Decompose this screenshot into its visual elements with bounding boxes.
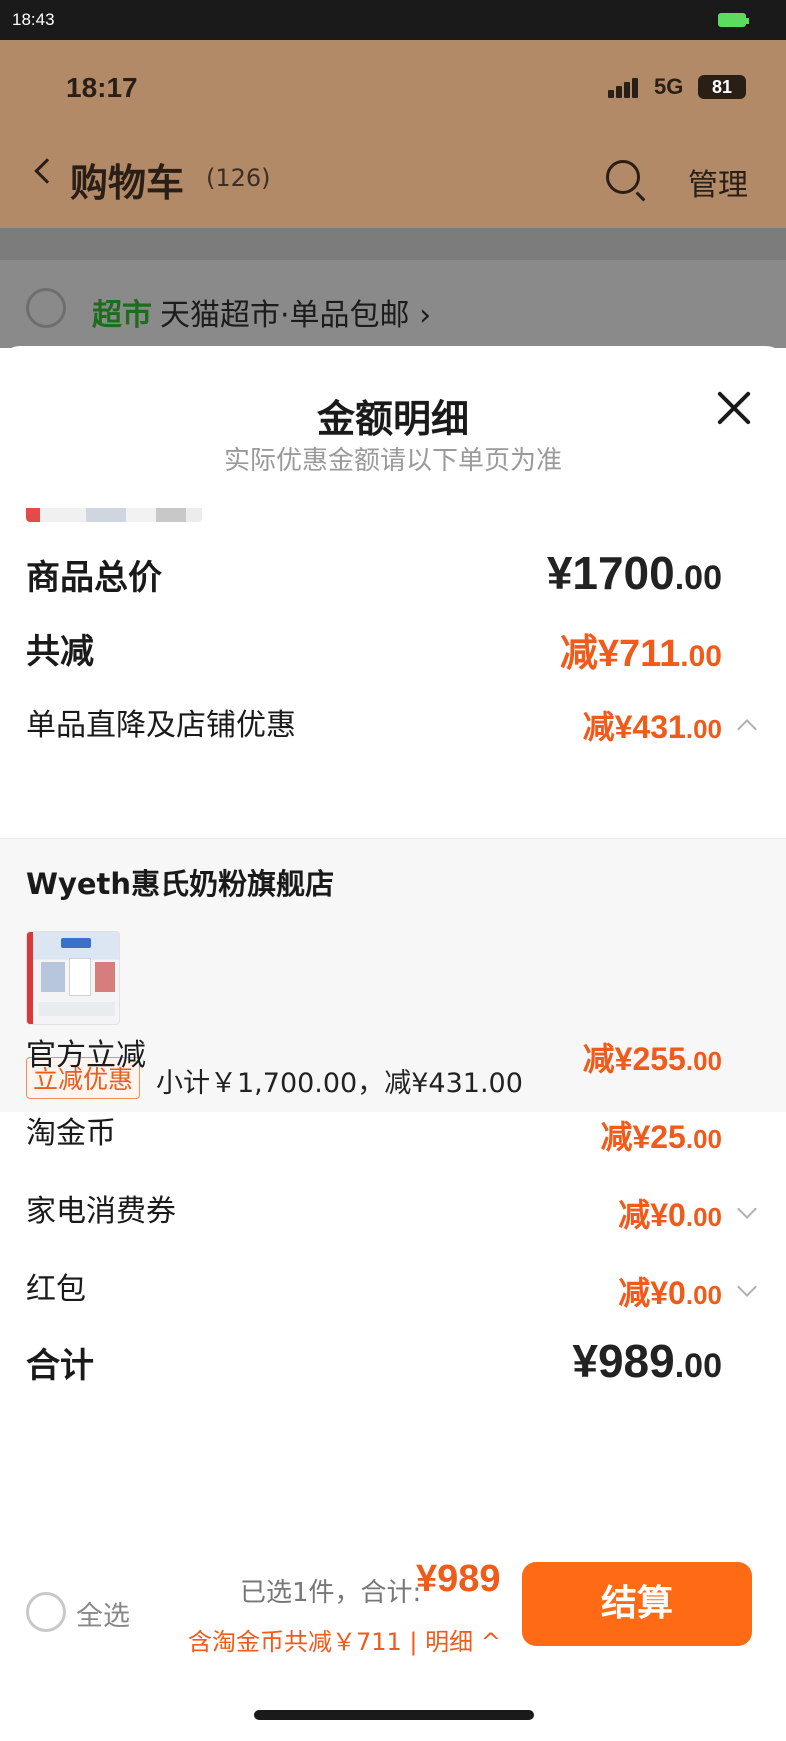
- shop-subtotal: 小计￥1,700.00，减¥431.00: [156, 1068, 523, 1099]
- checkout-bar: 全选 已选1件，合计: ¥989 含淘金币共减￥711 | 明细 ^ 结算: [0, 1530, 786, 1741]
- chevron-down-icon[interactable]: [737, 1277, 757, 1297]
- store-row: 超市 天猫超市·单品包邮 ›: [0, 228, 786, 348]
- total-reduction-label: 共减: [26, 632, 94, 672]
- official-reduction-label: 官方立减: [26, 1038, 146, 1073]
- red-packet-label[interactable]: 红包: [26, 1264, 86, 1308]
- supermarket-tag: 超市: [92, 298, 152, 333]
- screen: 18:43 18:17 5G 81 购物车 (126) 管理 超市 天猫超市·单…: [0, 0, 786, 1741]
- store-select-radio[interactable]: [26, 288, 66, 328]
- official-reduction-amount: 减¥255.00: [582, 1041, 722, 1077]
- discount-detail-link[interactable]: 含淘金币共减￥711 | 明细 ^: [188, 1622, 501, 1657]
- grand-total-label: 合计: [26, 1346, 94, 1386]
- total-reduction-amount: 减¥711.00: [559, 633, 722, 675]
- sheet-subtitle: 实际优惠金额请以下单页为准: [223, 446, 562, 476]
- direct-discount-label[interactable]: 单品直降及店铺优惠: [26, 700, 296, 744]
- goods-total-label: 商品总价: [26, 558, 162, 598]
- taojinbi-amount: 减¥25.00: [600, 1119, 722, 1155]
- red-packet-amount[interactable]: 减¥0.00: [618, 1268, 722, 1314]
- shop-name: Wyeth惠氏奶粉旗舰店: [26, 867, 335, 901]
- system-status-bar: 18:43: [0, 0, 786, 40]
- taojinbi-label: 淘金币: [26, 1116, 116, 1151]
- product-thumbnail-strip: [26, 508, 202, 522]
- goods-total-amount: ¥1700.00: [546, 547, 722, 599]
- appliance-coupon-label[interactable]: 家电消费券: [26, 1186, 176, 1230]
- ios-time: 18:17: [66, 72, 138, 103]
- selected-total: ¥989: [416, 1558, 501, 1600]
- home-indicator[interactable]: [254, 1710, 534, 1720]
- chevron-down-icon[interactable]: [737, 1199, 757, 1219]
- chevron-up-icon[interactable]: [737, 719, 757, 739]
- cart-count: (126): [206, 164, 271, 192]
- manage-button[interactable]: 管理: [688, 160, 748, 204]
- store-name[interactable]: 天猫超市·单品包邮 ›: [160, 290, 431, 334]
- close-icon[interactable]: [714, 388, 754, 428]
- page-title: 购物车: [70, 161, 185, 205]
- divider-band: [0, 228, 786, 260]
- select-all-label[interactable]: 全选: [76, 1594, 130, 1633]
- cart-header: 18:17 5G 81 购物车 (126) 管理: [0, 40, 786, 228]
- grand-total-amount: ¥989.00: [572, 1335, 722, 1387]
- back-icon[interactable]: [34, 158, 60, 184]
- appliance-coupon-amount[interactable]: 减¥0.00: [618, 1190, 722, 1236]
- direct-discount-amount[interactable]: 减¥431.00: [583, 702, 722, 748]
- checkout-button[interactable]: 结算: [522, 1562, 752, 1646]
- search-icon[interactable]: [606, 160, 640, 194]
- signal-icon: [608, 76, 644, 98]
- select-all-radio[interactable]: [26, 1592, 66, 1632]
- selected-info: 已选1件，合计:: [240, 1578, 422, 1608]
- battery-icon: [718, 13, 749, 27]
- product-thumbnail: [26, 931, 120, 1025]
- network-label: 5G: [654, 74, 684, 99]
- sheet-title: 金额明细: [316, 397, 469, 441]
- ios-battery-badge: 81: [698, 75, 746, 99]
- system-time: 18:43: [12, 10, 55, 29]
